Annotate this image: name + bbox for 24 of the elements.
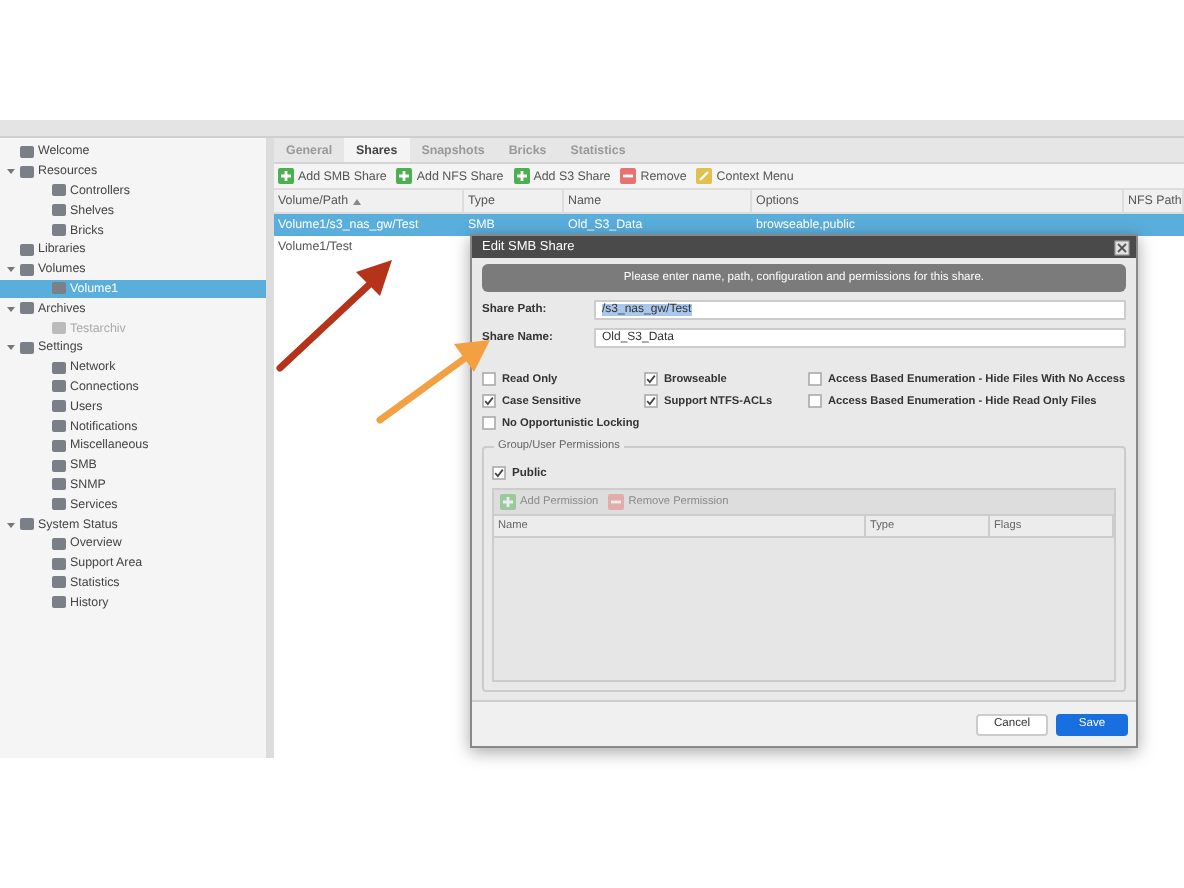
caret-icon[interactable] bbox=[6, 342, 16, 353]
caret-icon[interactable] bbox=[6, 519, 16, 530]
caret-icon[interactable] bbox=[6, 166, 16, 177]
checkbox[interactable] bbox=[644, 394, 658, 408]
annotation-arrow bbox=[276, 260, 392, 372]
plus-icon bbox=[500, 494, 516, 510]
checkbox[interactable] bbox=[482, 394, 496, 408]
minus-icon bbox=[608, 494, 625, 510]
tree-item-icon bbox=[20, 518, 34, 531]
checkbox[interactable] bbox=[482, 372, 496, 386]
checkbox[interactable] bbox=[644, 372, 658, 386]
annotation-arrow bbox=[376, 340, 490, 424]
tree-item-icon bbox=[52, 282, 66, 295]
tree-item-icon bbox=[52, 322, 66, 335]
checkbox[interactable] bbox=[492, 466, 506, 480]
checkbox[interactable] bbox=[482, 416, 496, 430]
tree-item-icon bbox=[20, 341, 34, 354]
caret-icon[interactable] bbox=[6, 264, 16, 275]
checkbox[interactable] bbox=[808, 394, 822, 408]
caret-icon[interactable] bbox=[6, 303, 16, 314]
close-button[interactable] bbox=[1114, 239, 1130, 255]
checkbox[interactable] bbox=[808, 372, 822, 386]
tree-item-icon bbox=[20, 302, 34, 315]
sort-icon bbox=[352, 197, 363, 205]
